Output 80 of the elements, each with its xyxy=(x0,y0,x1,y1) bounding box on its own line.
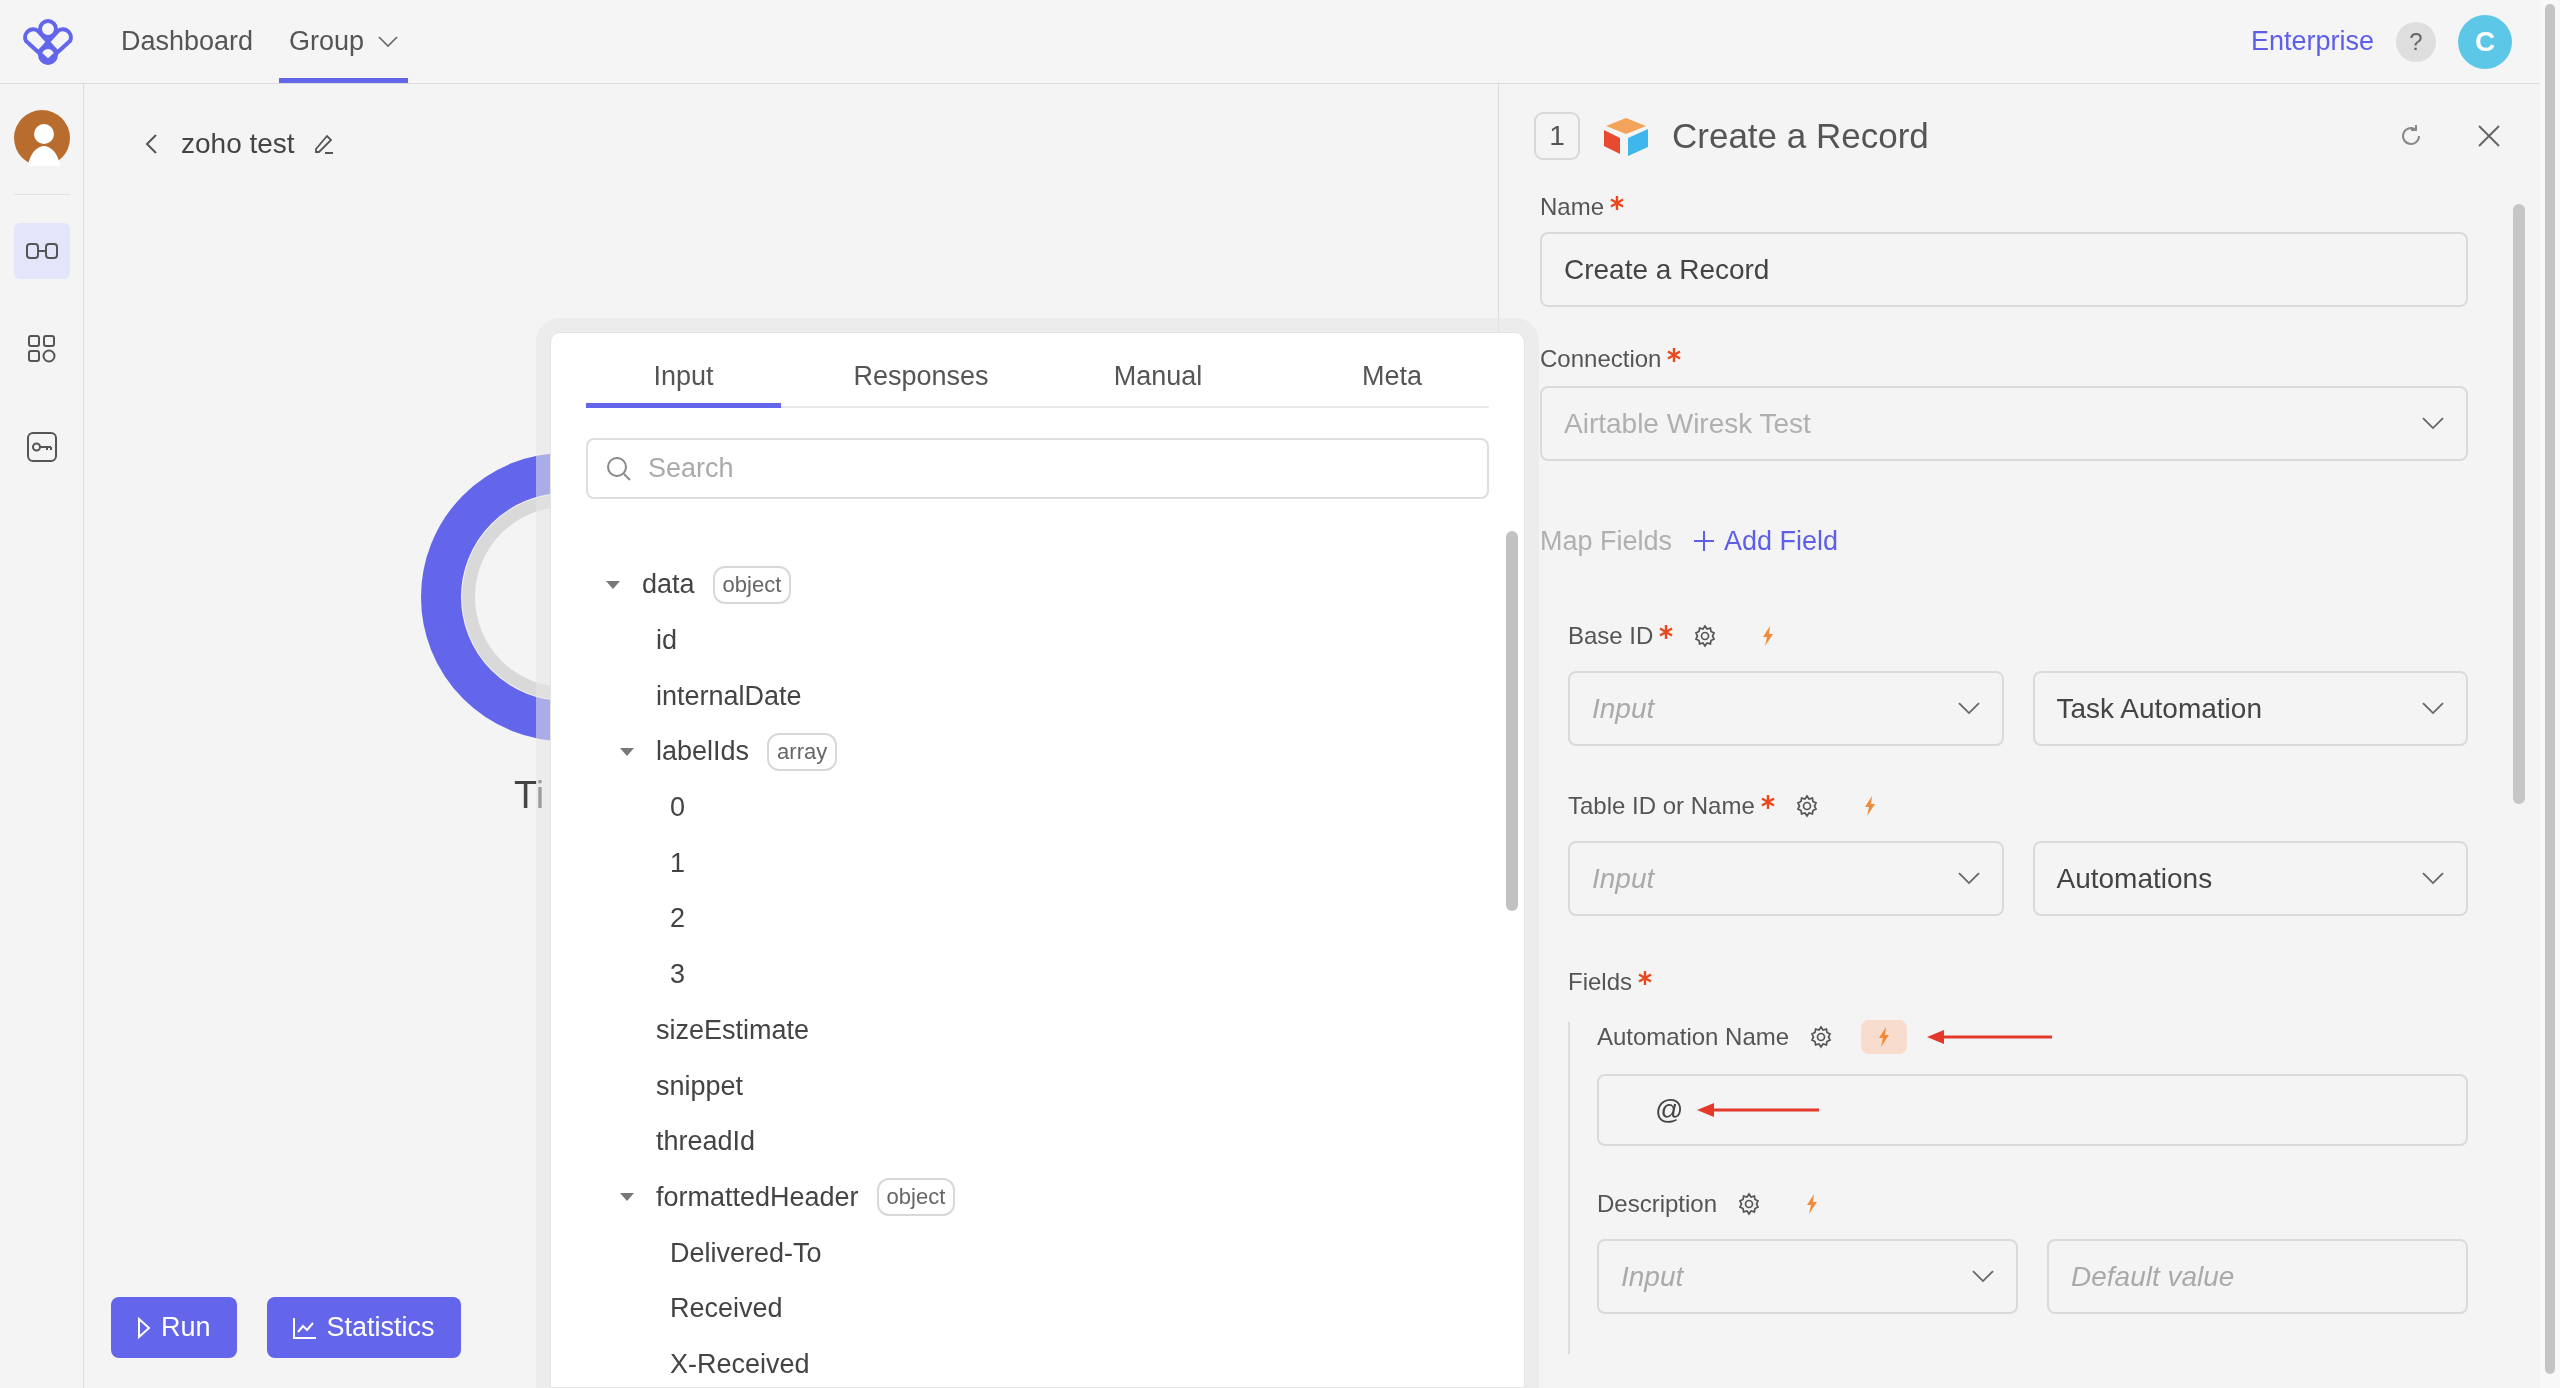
key-icon xyxy=(26,432,57,462)
tree-key[interactable]: 2 xyxy=(670,903,686,935)
type-tag: object xyxy=(876,1178,956,1217)
select-field[interactable]: Automations xyxy=(2032,841,2468,916)
chart-icon xyxy=(292,1316,317,1339)
tree-key[interactable]: sizeEstimate xyxy=(656,1014,810,1046)
field-label: Description xyxy=(1597,1190,1718,1218)
gear-icon[interactable] xyxy=(1693,624,1718,648)
tree-key[interactable]: 3 xyxy=(670,959,686,991)
statistics-button[interactable]: Statistics xyxy=(266,1297,461,1358)
chevron-down-icon xyxy=(1957,702,1980,715)
avatar-icon[interactable] xyxy=(13,110,70,166)
tree-key[interactable]: internalDate xyxy=(656,680,802,712)
lightning-icon xyxy=(1806,1194,1819,1214)
enterprise-link[interactable]: Enterprise xyxy=(2250,26,2374,57)
chevron-down-icon xyxy=(1957,872,1980,885)
tree-key[interactable]: Received xyxy=(670,1293,783,1325)
lightning-button[interactable] xyxy=(1861,1020,1908,1054)
type-tag: object xyxy=(712,565,792,604)
chevron-down-icon xyxy=(2422,702,2444,715)
run-button[interactable]: Run xyxy=(111,1297,237,1358)
gear-icon[interactable] xyxy=(1737,1192,1762,1216)
gear-icon[interactable] xyxy=(1794,794,1819,818)
connector-icon xyxy=(25,242,58,260)
name-field[interactable]: Create a Record xyxy=(1540,232,2468,307)
field-label: Base ID xyxy=(1568,622,1654,650)
caret-down-icon[interactable] xyxy=(606,579,620,590)
close-icon[interactable] xyxy=(2478,125,2500,147)
tree-key[interactable]: snippet xyxy=(656,1070,744,1102)
field-label: Fields xyxy=(1568,968,1633,996)
caret-down-icon[interactable] xyxy=(620,746,634,757)
tree-key[interactable]: X-Received xyxy=(670,1348,810,1380)
nav-tab[interactable]: Group xyxy=(279,0,409,83)
tree-key[interactable]: 1 xyxy=(670,847,686,879)
lightning-icon xyxy=(1863,796,1876,816)
scrollbar-thumb[interactable] xyxy=(2545,4,2555,1374)
logo-icon[interactable] xyxy=(20,18,76,65)
tab[interactable]: Manual xyxy=(1061,353,1255,408)
scrollbar-thumb[interactable] xyxy=(2513,204,2525,804)
tab[interactable]: Input xyxy=(586,353,781,408)
pencil-icon[interactable] xyxy=(312,133,335,155)
caret-down-icon[interactable] xyxy=(620,1192,634,1203)
lightning-icon xyxy=(1762,626,1775,646)
sidebar-item[interactable] xyxy=(13,223,70,279)
chevron-down-icon xyxy=(2422,417,2444,430)
back-icon[interactable] xyxy=(145,134,157,154)
tree-key[interactable]: 0 xyxy=(670,792,686,824)
panel-title: Create a Record xyxy=(1672,116,1930,156)
gear-icon[interactable] xyxy=(1809,1025,1834,1049)
lightning-icon xyxy=(1878,1027,1891,1047)
field-label: Connection xyxy=(1540,345,1662,373)
chevron-down-icon xyxy=(2422,872,2444,885)
nav-tab[interactable]: Dashboard xyxy=(111,0,264,83)
section-title: Map Fields xyxy=(1540,525,1673,557)
select-field[interactable]: Task Automation xyxy=(2032,671,2468,746)
tree-key[interactable]: labelIds xyxy=(656,736,750,768)
grid-icon xyxy=(27,335,56,363)
tab[interactable]: Meta xyxy=(1255,353,1489,408)
node-label: Ti xyxy=(514,774,545,817)
chevron-down-icon xyxy=(1972,1270,1994,1283)
help-button[interactable]: ? xyxy=(2396,21,2436,62)
tree-key[interactable]: threadId xyxy=(656,1126,756,1158)
text-field[interactable]: @ xyxy=(1597,1074,2468,1146)
scrollbar-thumb[interactable] xyxy=(1506,531,1518,911)
field-label: Automation Name xyxy=(1597,1023,1790,1051)
search-icon xyxy=(606,455,632,482)
tree-key[interactable]: Delivered-To xyxy=(670,1237,822,1269)
type-tag: array xyxy=(767,732,838,771)
tab[interactable]: Responses xyxy=(781,353,1061,408)
field-label: Name xyxy=(1540,193,1605,221)
box-icon xyxy=(1602,116,1650,156)
tree-key[interactable]: data xyxy=(642,569,695,601)
tree-key[interactable]: id xyxy=(656,625,677,657)
step-number: 1 xyxy=(1534,112,1580,160)
add-field-link[interactable]: Add Field xyxy=(1694,525,1839,557)
play-icon xyxy=(137,1316,151,1339)
field-label: Table ID or Name xyxy=(1568,792,1755,820)
workflow-title: zoho test xyxy=(181,128,295,160)
plus-icon xyxy=(1694,531,1715,551)
tree-key[interactable]: formattedHeader xyxy=(656,1181,859,1213)
